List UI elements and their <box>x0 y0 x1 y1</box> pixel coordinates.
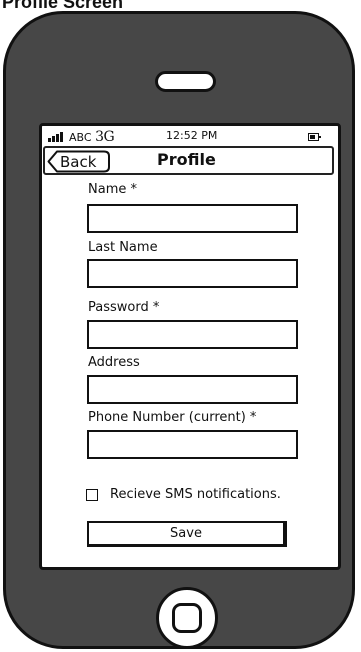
phone-frame: ABC 3G 12:52 PM Back Profile Name * Last… <box>3 11 355 649</box>
sms-notifications-checkbox[interactable] <box>86 489 98 501</box>
back-label: Back <box>60 153 97 171</box>
last-name-label: Last Name <box>88 240 158 255</box>
signal-bars-icon <box>48 132 66 142</box>
status-time: 12:52 PM <box>166 129 218 142</box>
carrier-name: ABC <box>69 131 92 144</box>
status-bar: ABC 3G 12:52 PM <box>42 126 338 145</box>
network-type: 3G <box>95 129 115 145</box>
battery-icon <box>308 133 321 141</box>
phone-screen: ABC 3G 12:52 PM Back Profile Name * Last… <box>39 123 341 570</box>
back-button[interactable]: Back <box>47 150 111 173</box>
side-button <box>352 314 355 332</box>
save-button[interactable]: Save <box>87 521 287 547</box>
page: Profile Screen ABC 3G 12:52 PM Back Prof… <box>0 0 361 652</box>
phone-number-field[interactable] <box>87 430 298 459</box>
name-label: Name * <box>88 182 137 197</box>
phone-number-label: Phone Number (current) * <box>88 410 257 425</box>
address-field[interactable] <box>87 375 298 404</box>
home-square-icon <box>172 603 202 633</box>
screen-title: Profile <box>157 150 216 169</box>
password-label: Password * <box>88 300 160 315</box>
home-button[interactable] <box>156 587 218 649</box>
password-field[interactable] <box>87 320 298 349</box>
sms-notifications-label: Recieve SMS notifications. <box>110 487 281 502</box>
last-name-field[interactable] <box>87 259 298 288</box>
name-field[interactable] <box>87 204 298 233</box>
nav-bar: Back Profile <box>43 146 334 175</box>
speaker-slot <box>155 71 216 92</box>
carrier-info: ABC 3G <box>69 129 115 145</box>
address-label: Address <box>88 355 140 370</box>
